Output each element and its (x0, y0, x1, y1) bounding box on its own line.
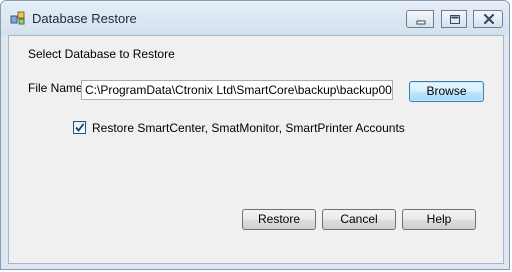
minimize-button[interactable] (406, 10, 434, 28)
restore-button[interactable]: Restore (242, 209, 316, 230)
checkmark-icon (75, 123, 85, 132)
database-app-icon (10, 11, 26, 25)
cancel-button[interactable]: Cancel (322, 209, 396, 230)
database-restore-window: Database Restore Select Database to Rest… (0, 0, 510, 270)
maximize-icon (450, 15, 460, 24)
section-label: Select Database to Restore (28, 47, 175, 61)
title-bar[interactable]: Database Restore (1, 1, 509, 35)
restore-accounts-label[interactable]: Restore SmartCenter, SmatMonitor, SmartP… (92, 121, 405, 135)
close-button[interactable] (473, 10, 503, 28)
help-button[interactable]: Help (402, 209, 476, 230)
minimize-icon (416, 20, 426, 25)
maximize-button[interactable] (441, 10, 467, 28)
file-name-label: File Name (28, 81, 83, 95)
file-name-input[interactable] (81, 80, 393, 100)
window-title: Database Restore (32, 11, 137, 26)
restore-accounts-checkbox[interactable] (73, 121, 86, 134)
close-icon (483, 13, 495, 25)
browse-button[interactable]: Browse (409, 81, 484, 102)
dialog-body: Select Database to Restore File Name Bro… (8, 35, 504, 264)
